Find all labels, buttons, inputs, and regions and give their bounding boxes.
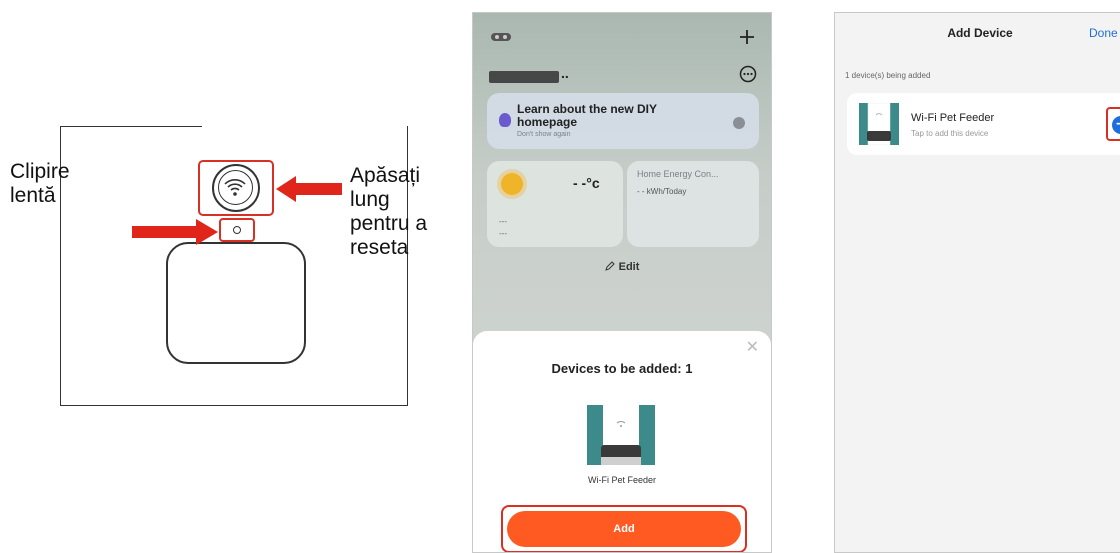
add-device-screen: Add Device Done 1 device(s) being added … [834, 12, 1120, 553]
add-plus-icon[interactable] [739, 29, 755, 45]
add-button[interactable]: Add [507, 511, 741, 547]
home-content: .. Learn about the new DIY homepage Don'… [473, 13, 771, 333]
page-title: Add Device [947, 26, 1013, 40]
home-name-dropdown[interactable]: .. [561, 65, 569, 81]
wifi-button-highlight [198, 160, 274, 216]
arrow-right-icon [132, 219, 218, 245]
arrow-left-icon [276, 176, 342, 202]
banner-title: Learn about the new DIY homepage [517, 102, 657, 129]
app-home-screen: .. Learn about the new DIY homepage Don'… [472, 12, 772, 553]
more-options-icon[interactable] [739, 65, 757, 83]
temperature-value: - -°c [573, 175, 600, 191]
slow-blink-label: Clipire lentă [10, 160, 70, 207]
pet-feeder-device-image [587, 405, 655, 465]
add-button-highlight: Add [501, 505, 747, 552]
device-name: Wi-Fi Pet Feeder [911, 112, 995, 124]
sun-icon [501, 173, 523, 195]
lightbulb-icon [499, 113, 511, 127]
weather-detail-2: --- [499, 229, 507, 238]
energy-card-title: Home Energy Con... [637, 169, 719, 179]
reset-instruction-diagram: Clipire lentă Apăsați lung pentru a rese… [0, 0, 460, 553]
indicator-light-highlight [219, 218, 255, 242]
add-button-highlight: + [1106, 107, 1120, 141]
home-name-redacted[interactable] [489, 71, 559, 83]
adding-status: 1 device(s) being added [845, 71, 931, 80]
energy-value: - - kWh/Today [637, 187, 687, 196]
device-name: Wi-Fi Pet Feeder [587, 475, 656, 485]
long-press-reset-label: Apăsați lung pentru a reseta [350, 164, 428, 259]
wifi-icon [224, 179, 246, 196]
close-icon[interactable] [733, 117, 745, 129]
plus-circle-icon[interactable]: + [1112, 116, 1120, 134]
pencil-icon [604, 261, 615, 271]
close-icon[interactable]: ✕ [746, 337, 759, 357]
weather-card[interactable]: - -°c --- --- [487, 161, 623, 247]
energy-card[interactable]: Home Energy Con... - - kWh/Today [627, 161, 759, 247]
edit-label: Edit [618, 261, 640, 273]
device-list-item[interactable]: Wi-Fi Pet Feeder Tap to add this device [847, 93, 1120, 155]
device-hint: Tap to add this device [911, 129, 989, 138]
pet-feeder-thumbnail [859, 103, 899, 145]
avatar-icon[interactable] [491, 31, 511, 43]
done-button[interactable]: Done [1089, 26, 1118, 40]
wifi-button-ring [218, 170, 253, 205]
banner-dismiss-link[interactable]: Don't show again [517, 131, 570, 138]
sheet-title: Devices to be added: 1 [551, 361, 693, 376]
weather-detail-1: --- [499, 217, 507, 226]
edit-button[interactable]: Edit [473, 261, 771, 273]
diy-homepage-banner[interactable]: Learn about the new DIY homepage Don't s… [487, 93, 759, 149]
indicator-light [233, 226, 241, 234]
device-body-outline [166, 242, 306, 364]
wifi-reset-button[interactable] [212, 164, 260, 212]
devices-found-sheet: ✕ Devices to be added: 1 Wi-Fi Pet Feede… [473, 331, 771, 552]
